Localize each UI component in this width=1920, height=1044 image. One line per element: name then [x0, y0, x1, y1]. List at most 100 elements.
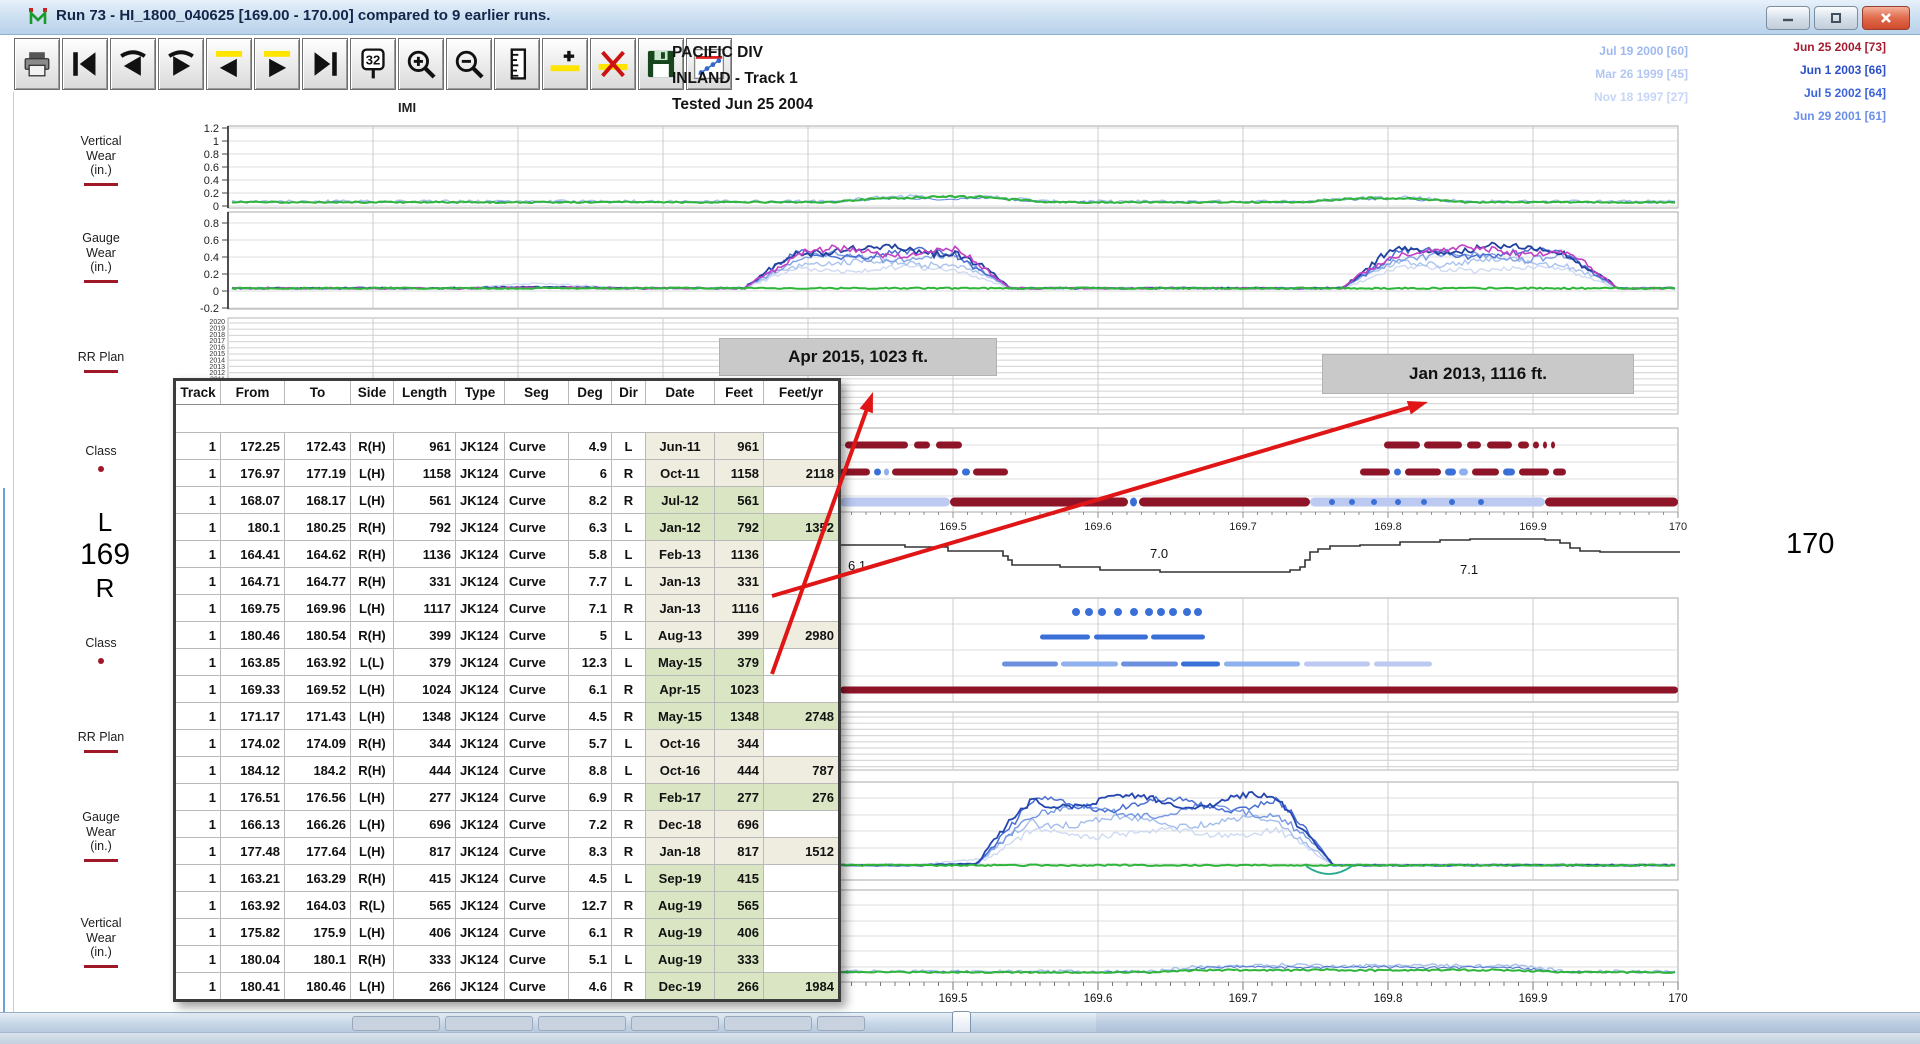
svg-text:1: 1: [213, 136, 219, 148]
table-cell: 333: [715, 946, 764, 973]
gauge-wear-top-label: GaugeWear(in.): [58, 231, 144, 283]
table-cell: 180.1: [285, 946, 351, 973]
vertical-wear-bottom-label: VerticalWear(in.): [58, 916, 144, 968]
table-cell: 792: [715, 514, 764, 541]
curve-segment-table[interactable]: TrackFromToSideLengthTypeSegDegDirDateFe…: [173, 378, 841, 1002]
column-header: Date: [646, 380, 715, 405]
table-cell: 1984: [764, 973, 840, 1001]
column-header: Length: [394, 380, 456, 405]
svg-text:170: 170: [1668, 993, 1687, 1005]
table-cell: 12.7: [569, 892, 612, 919]
rr-plan-top-label: RR Plan: [58, 350, 144, 373]
table-cell: JK124: [456, 784, 505, 811]
table-cell: 171.17: [221, 703, 285, 730]
scrollbar-right-zone[interactable]: [1096, 1013, 1920, 1033]
table-cell: [764, 946, 840, 973]
scrollbar-segment[interactable]: [631, 1016, 719, 1031]
table-row: 1177.48177.64L(H)817JK124Curve8.3RJan-18…: [175, 838, 840, 865]
table-cell: JK124: [456, 595, 505, 622]
table-cell: R: [612, 460, 646, 487]
table-cell: 180.54: [285, 622, 351, 649]
table-cell: 172.25: [221, 433, 285, 460]
table-cell: 166.13: [221, 811, 285, 838]
table-row: 1164.41164.62R(H)1136JK124Curve5.8LFeb-1…: [175, 541, 840, 568]
column-header: Type: [456, 380, 505, 405]
table-cell: 277: [394, 784, 456, 811]
table-row: 1175.82175.9L(H)406JK124Curve6.1RAug-194…: [175, 919, 840, 946]
table-cell: JK124: [456, 568, 505, 595]
table-cell: 1136: [715, 541, 764, 568]
table-cell: Curve: [505, 676, 569, 703]
table-cell: 1: [175, 973, 221, 1001]
panel-label-line: Wear: [58, 246, 144, 261]
panel-label-line: (in.): [58, 260, 144, 275]
table-cell: 177.19: [285, 460, 351, 487]
scrollbar-segment[interactable]: [352, 1016, 440, 1031]
table-cell: 5: [569, 622, 612, 649]
svg-text:169.6: 169.6: [1084, 521, 1112, 533]
table-cell: L(H): [351, 487, 394, 514]
scrollbar-segment[interactable]: [817, 1016, 865, 1031]
table-cell: 1348: [715, 703, 764, 730]
svg-text:7.0: 7.0: [1150, 546, 1168, 561]
table-cell: Curve: [505, 649, 569, 676]
table-row: 1168.07168.17L(H)561JK124Curve8.2RJul-12…: [175, 487, 840, 514]
table-cell: JK124: [456, 946, 505, 973]
table-cell: 180.25: [285, 514, 351, 541]
milepost-right-label: 170: [1786, 528, 1834, 561]
scrollbar-segment[interactable]: [538, 1016, 626, 1031]
table-cell: Jan-13: [646, 568, 715, 595]
table-cell: Curve: [505, 541, 569, 568]
table-cell: 1116: [715, 595, 764, 622]
scrollbar-segment[interactable]: [724, 1016, 812, 1031]
horizontal-scrollbar[interactable]: [0, 1012, 1920, 1033]
svg-text:6.1: 6.1: [848, 558, 866, 573]
table-cell: 180.46: [221, 622, 285, 649]
panel-label-line: Gauge: [58, 231, 144, 246]
svg-text:169.8: 169.8: [1374, 521, 1402, 533]
class-bottom-label: Class: [58, 636, 144, 664]
table-cell: 1: [175, 865, 221, 892]
scrollbar-segment[interactable]: [445, 1016, 533, 1031]
table-cell: L(H): [351, 811, 394, 838]
table-cell: JK124: [456, 919, 505, 946]
class-top-label: Class: [58, 444, 144, 472]
table-cell: May-15: [646, 703, 715, 730]
table-cell: Curve: [505, 487, 569, 514]
table-cell: 1: [175, 622, 221, 649]
svg-text:7.1: 7.1: [1460, 562, 1478, 577]
svg-text:0: 0: [213, 286, 219, 298]
table-cell: R(L): [351, 892, 394, 919]
table-cell: JK124: [456, 757, 505, 784]
table-cell: 266: [394, 973, 456, 1001]
table-cell: 406: [394, 919, 456, 946]
table-cell: 1: [175, 433, 221, 460]
table-cell: 4.6: [569, 973, 612, 1001]
table-row: 1169.33169.52L(H)1024JK124Curve6.1RApr-1…: [175, 676, 840, 703]
table-cell: L(H): [351, 595, 394, 622]
panel-label-line: Vertical: [58, 916, 144, 931]
red-underline-marker: [84, 965, 118, 969]
table-cell: 817: [394, 838, 456, 865]
table-cell: JK124: [456, 676, 505, 703]
table-cell: Aug-19: [646, 946, 715, 973]
table-cell: [764, 595, 840, 622]
table-cell: 168.17: [285, 487, 351, 514]
table-cell: R(H): [351, 946, 394, 973]
table-cell: [764, 541, 840, 568]
panel-label-line: Wear: [58, 931, 144, 946]
table-cell: Curve: [505, 892, 569, 919]
application-window: Run 73 - HI_1800_040625 [169.00 - 170.00…: [0, 0, 1920, 1044]
table-cell: 1117: [394, 595, 456, 622]
table-row: 1163.85163.92L(L)379JK124Curve12.3LMay-1…: [175, 649, 840, 676]
table-cell: 1158: [715, 460, 764, 487]
table-cell: 5.7: [569, 730, 612, 757]
panel-label-line: RR Plan: [58, 350, 144, 365]
table-cell: [764, 487, 840, 514]
table-cell: Sep-19: [646, 865, 715, 892]
table-cell: 1: [175, 811, 221, 838]
table-cell: 6.3: [569, 514, 612, 541]
table-cell: 2748: [764, 703, 840, 730]
table-row: 1180.46180.54R(H)399JK124Curve5LAug-1339…: [175, 622, 840, 649]
table-cell: 961: [715, 433, 764, 460]
